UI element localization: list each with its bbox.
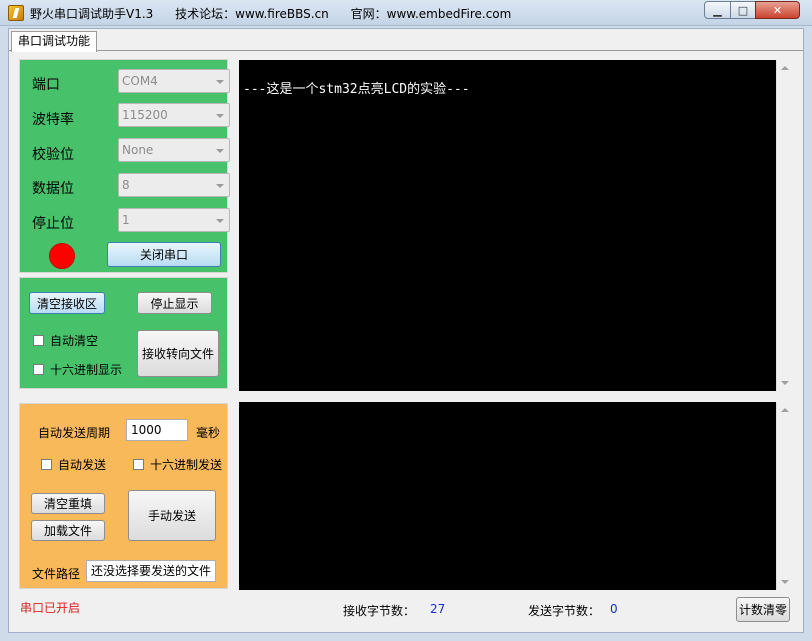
clear-send-button[interactable]: 清空重填: [31, 493, 105, 514]
rx-count-label: 接收字节数：: [343, 604, 416, 618]
clear-receive-button[interactable]: 清空接收区: [29, 292, 105, 314]
stopbits-value: 1: [122, 213, 130, 227]
auto-send-checkbox[interactable]: 自动发送: [41, 456, 106, 473]
main-client-area: 串口调试功能 端口 COM4 波特率 115200 校验位 None 数据位 8…: [8, 28, 804, 633]
forum-link: 技术论坛：www.fireBBS.cn: [175, 7, 329, 21]
title-bar: 野火串口调试助手V1.3 技术论坛：www.fireBBS.cn 官网：www.…: [0, 0, 812, 26]
auto-clear-label: 自动清空: [50, 334, 99, 348]
window-title: 野火串口调试助手V1.3 技术论坛：www.fireBBS.cn 官网：www.…: [30, 5, 529, 22]
baud-select[interactable]: 115200: [118, 103, 230, 127]
maximize-icon: □: [737, 3, 749, 17]
minimize-button[interactable]: ▁: [704, 1, 731, 19]
maximize-button[interactable]: □: [730, 1, 756, 19]
databits-select[interactable]: 8: [118, 173, 230, 197]
period-label: 自动发送周期: [38, 426, 111, 440]
parity-select[interactable]: None: [118, 138, 230, 162]
stop-display-button[interactable]: 停止显示: [137, 292, 212, 314]
send-scrollbar[interactable]: [776, 402, 793, 590]
file-path-field[interactable]: 还没选择要发送的文件: [86, 560, 216, 582]
parity-value: None: [122, 143, 154, 157]
hex-display-label: 十六进制显示: [50, 363, 123, 377]
scroll-up-icon[interactable]: [781, 66, 789, 70]
port-label: 端口: [32, 77, 60, 93]
chevron-down-icon: [216, 80, 224, 84]
close-port-button[interactable]: 关闭串口: [107, 242, 221, 267]
app-name: 野火串口调试助手V1.3: [30, 7, 154, 21]
checkbox-box: [33, 364, 44, 375]
period-input[interactable]: 1000: [126, 419, 188, 441]
period-unit: 毫秒: [196, 426, 221, 440]
scroll-up-icon[interactable]: [781, 408, 789, 412]
send-console[interactable]: [239, 402, 776, 590]
port-status-text: 串口已开启: [20, 601, 81, 615]
scroll-down-icon[interactable]: [781, 381, 789, 385]
website-link: 官网：www.embedFire.com: [350, 7, 512, 21]
hex-send-checkbox[interactable]: 十六进制发送: [133, 456, 222, 473]
reset-count-button[interactable]: 计数清零: [736, 597, 790, 622]
auto-send-label: 自动发送: [58, 458, 107, 472]
tx-count-value: 0: [610, 602, 618, 616]
port-value: COM4: [122, 74, 158, 88]
receive-to-file-button[interactable]: 接收转向文件: [137, 330, 219, 377]
chevron-down-icon: [216, 219, 224, 223]
manual-send-button[interactable]: 手动发送: [128, 490, 216, 541]
parity-label: 校验位: [32, 147, 74, 163]
hex-send-label: 十六进制发送: [150, 458, 223, 472]
checkbox-box: [133, 459, 144, 470]
load-file-button[interactable]: 加载文件: [31, 520, 105, 541]
console-line: ---这是一个stm32点亮LCD的实验---: [243, 82, 470, 97]
minimize-icon: ▁: [713, 3, 722, 17]
checkbox-box: [33, 335, 44, 346]
chevron-down-icon: [216, 184, 224, 188]
tx-count-label: 发送字节数：: [528, 604, 601, 618]
hex-display-checkbox[interactable]: 十六进制显示: [33, 361, 122, 378]
receive-options-panel: 清空接收区 停止显示 自动清空 十六进制显示 接收转向文件: [19, 277, 228, 389]
chevron-down-icon: [216, 114, 224, 118]
receive-scrollbar[interactable]: [776, 60, 793, 391]
path-label: 文件路径: [32, 567, 81, 581]
baud-value: 115200: [122, 108, 168, 122]
port-select[interactable]: COM4: [118, 69, 230, 93]
stopbits-select[interactable]: 1: [118, 208, 230, 232]
close-icon: ✕: [772, 3, 783, 17]
close-window-button[interactable]: ✕: [755, 1, 800, 19]
baud-label: 波特率: [32, 112, 74, 128]
databits-value: 8: [122, 178, 130, 192]
tab-serial-debug[interactable]: 串口调试功能: [11, 31, 98, 52]
databits-label: 数据位: [32, 181, 74, 197]
stopbits-label: 停止位: [32, 216, 74, 232]
receive-console[interactable]: ---这是一个stm32点亮LCD的实验---: [239, 60, 776, 391]
scroll-down-icon[interactable]: [781, 580, 789, 584]
tab-strip: 串口调试功能: [9, 29, 803, 52]
serial-settings-panel: 端口 COM4 波特率 115200 校验位 None 数据位 8 停止位 1 …: [19, 59, 230, 273]
auto-clear-checkbox[interactable]: 自动清空: [33, 332, 98, 349]
chevron-down-icon: [216, 149, 224, 153]
app-flame-icon: [8, 5, 24, 21]
checkbox-box: [41, 459, 52, 470]
port-status-led: [49, 243, 75, 269]
send-options-panel: 自动发送周期 1000 毫秒 自动发送 十六进制发送 清空重填 加载文件 手动发…: [19, 403, 228, 589]
rx-count-value: 27: [430, 602, 446, 616]
